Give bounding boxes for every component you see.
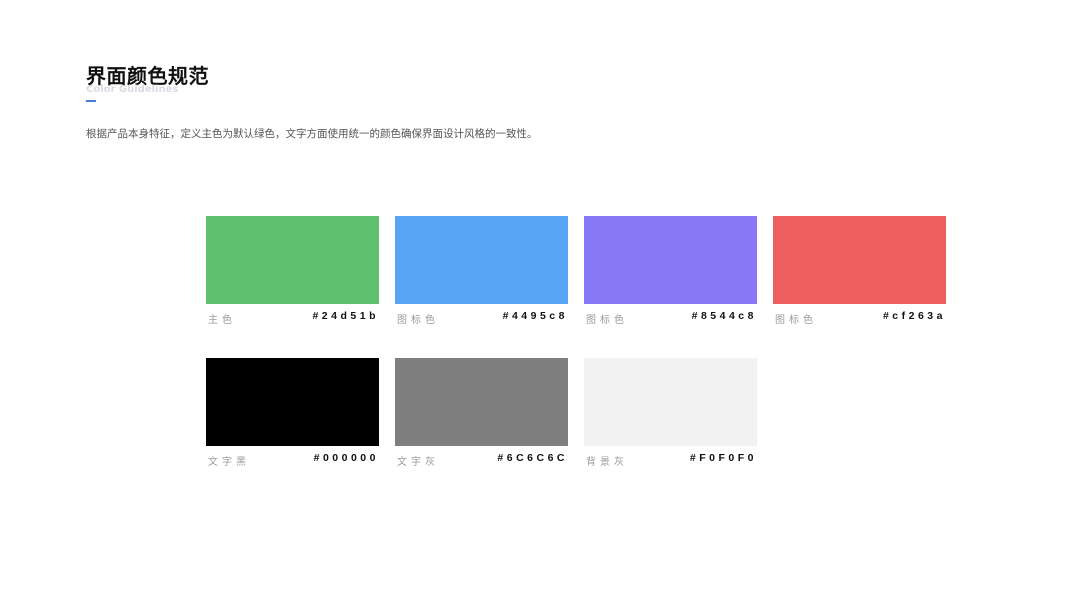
color-hex-code: #8544c8 — [691, 310, 757, 322]
color-card-text-gray: 文字灰 #6C6C6C — [395, 358, 568, 470]
title-accent-line — [86, 100, 96, 102]
color-name: 背景灰 — [586, 457, 628, 468]
color-name: 主色 — [208, 315, 236, 326]
color-hex-code: #000000 — [313, 452, 379, 464]
color-swatch — [395, 216, 568, 304]
page-description: 根据产品本身特征，定义主色为默认绿色，文字方面使用统一的颜色确保界面设计风格的一… — [86, 128, 538, 140]
color-name: 文字灰 — [397, 457, 439, 468]
page-subtitle: Color Guidelines — [86, 84, 179, 95]
color-card-text-black: 文字黑 #000000 — [206, 358, 379, 470]
color-name: 图标色 — [775, 315, 817, 326]
color-swatch — [584, 216, 757, 304]
color-swatch — [773, 216, 946, 304]
color-card-icon-blue: 图标色 #4495c8 — [395, 216, 568, 328]
color-swatch — [584, 358, 757, 446]
color-hex-code: #6C6C6C — [497, 452, 568, 464]
color-hex-code: #cf263a — [882, 310, 946, 322]
color-card-background-gray: 背景灰 #F0F0F0 — [584, 358, 757, 470]
color-name: 图标色 — [586, 315, 628, 326]
color-card-icon-red: 图标色 #cf263a — [773, 216, 946, 328]
color-name: 文字黑 — [208, 457, 250, 468]
color-hex-code: #4495c8 — [502, 310, 568, 322]
color-card-icon-purple: 图标色 #8544c8 — [584, 216, 757, 328]
color-swatch — [206, 358, 379, 446]
color-hex-code: #24d51b — [312, 310, 379, 322]
color-swatch — [206, 216, 379, 304]
color-card-primary: 主色 #24d51b — [206, 216, 379, 328]
color-hex-code: #F0F0F0 — [689, 452, 757, 464]
color-swatch — [395, 358, 568, 446]
color-name: 图标色 — [397, 315, 439, 326]
